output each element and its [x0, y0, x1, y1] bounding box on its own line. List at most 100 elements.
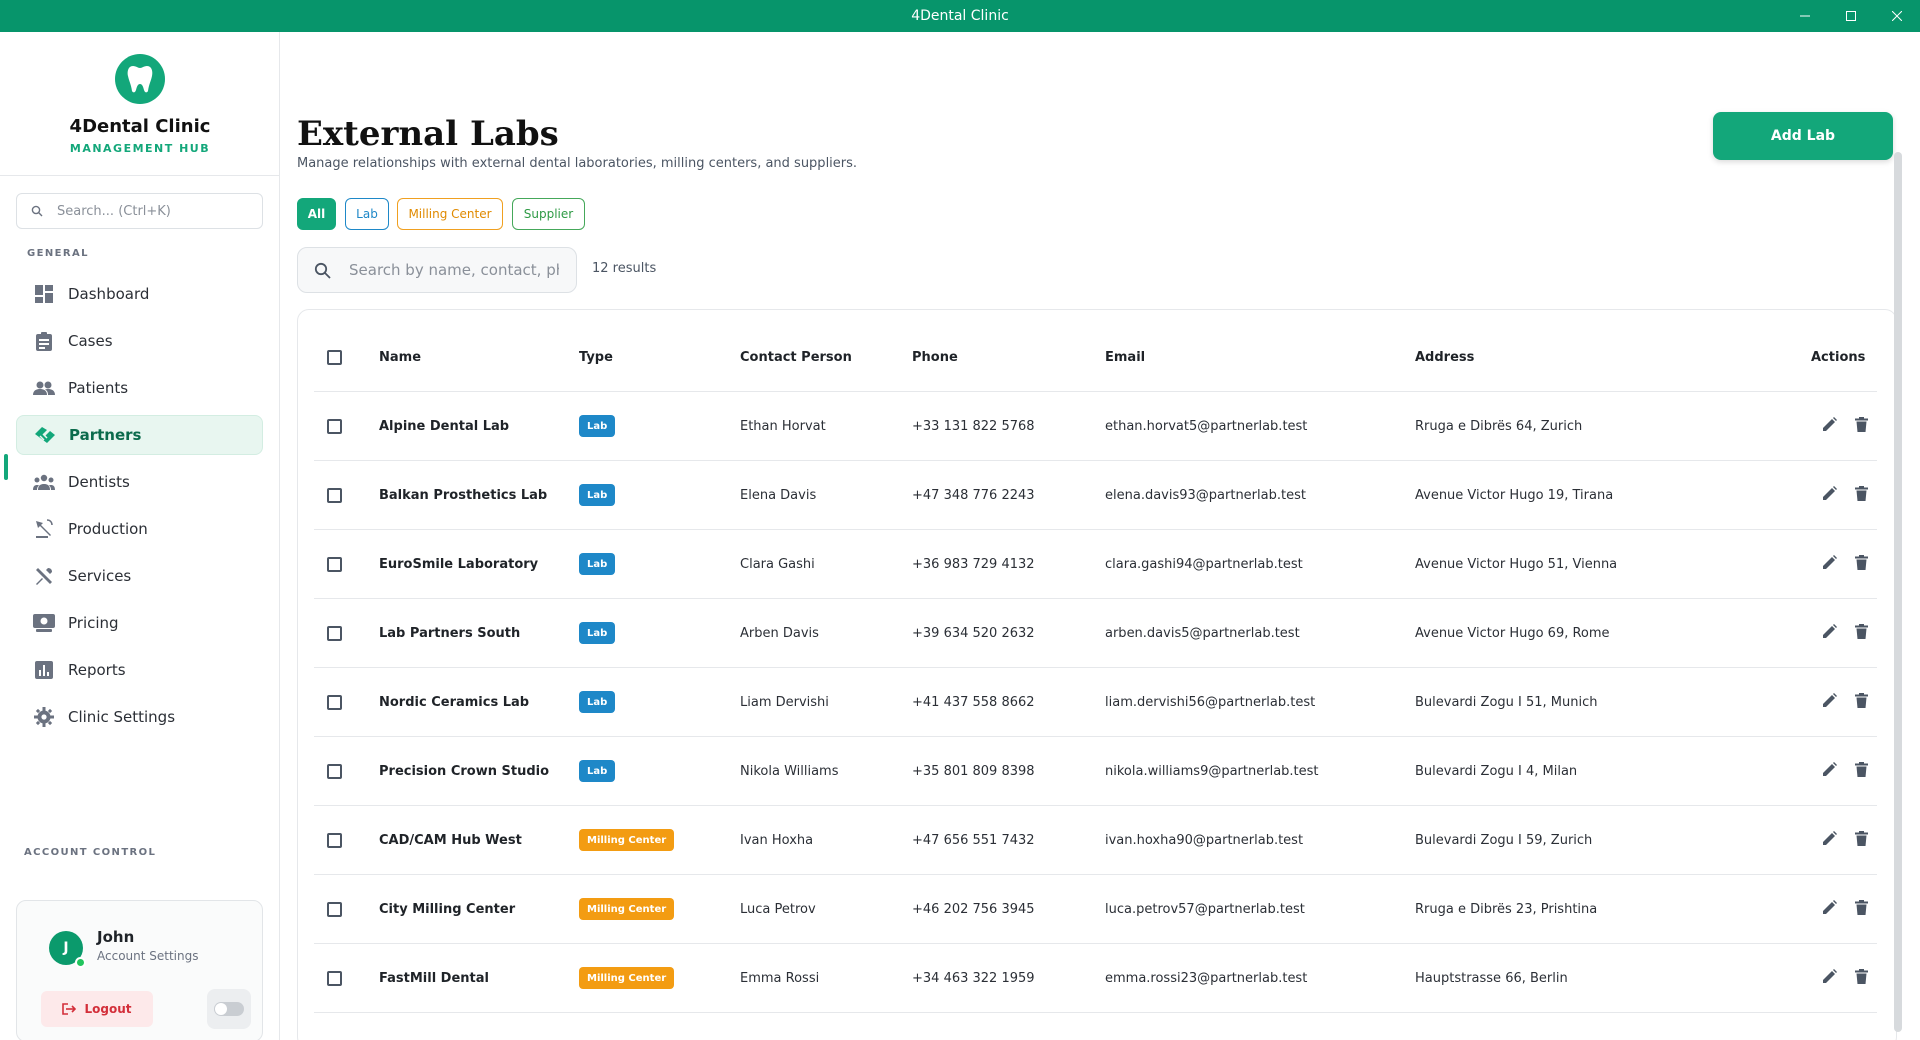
lab-name[interactable]: CAD/CAM Hub West: [379, 806, 522, 874]
sidebar-item-partners[interactable]: Partners: [16, 415, 263, 455]
lab-name[interactable]: Balkan Prosthetics Lab: [379, 461, 547, 529]
close-button[interactable]: [1874, 0, 1920, 32]
row-checkbox[interactable]: [327, 487, 342, 503]
add-lab-button[interactable]: Add Lab: [1713, 112, 1893, 160]
column-header-phone[interactable]: Phone: [912, 323, 958, 391]
minimize-button[interactable]: [1782, 0, 1828, 32]
logout-button[interactable]: Logout: [41, 991, 153, 1027]
type-badge: Lab: [579, 484, 616, 506]
email-address: luca.petrov57@partnerlab.test: [1105, 901, 1305, 917]
email-address: arben.davis5@partnerlab.test: [1105, 625, 1300, 641]
column-header-contact[interactable]: Contact Person: [740, 323, 852, 391]
delete-icon[interactable]: [1855, 830, 1868, 850]
edit-icon[interactable]: [1822, 485, 1837, 505]
filter-chip-milling-center[interactable]: Milling Center: [397, 198, 503, 230]
table-row[interactable]: CAD/CAM Hub West Milling Center Ivan Hoxha…: [314, 806, 1877, 875]
column-header-name[interactable]: Name: [379, 323, 421, 391]
account-card: J John Account Settings Logout: [16, 900, 263, 1040]
theme-toggle[interactable]: [207, 989, 251, 1029]
table-row[interactable]: Alpine Dental Lab Lab Ethan Horvat +33 131 …: [314, 392, 1877, 461]
filter-chip-lab[interactable]: Lab: [345, 198, 389, 230]
contact-person: Emma Rossi: [740, 970, 820, 986]
address: Avenue Victor Hugo 69, Rome: [1415, 625, 1610, 641]
sidebar-item-production[interactable]: Production: [16, 509, 263, 549]
filter-chip-all[interactable]: All: [297, 198, 336, 230]
lab-name[interactable]: City Milling Center: [379, 875, 515, 943]
address: Avenue Victor Hugo 19, Tirana: [1415, 487, 1614, 503]
sidebar-item-reports[interactable]: Reports: [16, 650, 263, 690]
row-checkbox[interactable]: [327, 832, 342, 848]
tools-icon: [32, 564, 56, 588]
maximize-button[interactable]: [1828, 0, 1874, 32]
toggle-switch[interactable]: [214, 1002, 244, 1016]
table-row[interactable]: Nordic Ceramics Lab Lab Liam Dervishi +41 4…: [314, 668, 1877, 737]
delete-icon[interactable]: [1855, 623, 1868, 643]
table-search-input[interactable]: Search by name, contact, phone...: [297, 247, 577, 293]
phone-number: +39 634 520 2632: [912, 625, 1035, 641]
sidebar-item-clinic-settings[interactable]: Clinic Settings: [16, 697, 263, 737]
table-row[interactable]: City Milling Center Milling Center Luca Pe…: [314, 875, 1877, 944]
minimize-icon: [1800, 15, 1810, 17]
bar-chart-icon: [32, 658, 56, 682]
sidebar-item-label: Reports: [68, 661, 126, 679]
edit-icon[interactable]: [1822, 899, 1837, 919]
sidebar-item-label: Production: [68, 520, 148, 538]
global-search-input[interactable]: Search... (Ctrl+K): [16, 193, 263, 229]
search-icon: [314, 262, 331, 279]
phone-number: +33 131 822 5768: [912, 418, 1035, 434]
row-checkbox[interactable]: [327, 625, 342, 641]
table-row[interactable]: Lab Partners South Lab Arben Davis +39 634 …: [314, 599, 1877, 668]
sidebar-item-dentists[interactable]: Dentists: [16, 462, 263, 502]
main-content: External Labs Manage relationships with …: [280, 32, 1920, 1040]
lab-name[interactable]: EuroSmile Laboratory: [379, 530, 538, 598]
table-row[interactable]: Precision Crown Studio Lab Nikola Williams…: [314, 737, 1877, 806]
row-checkbox[interactable]: [327, 970, 342, 986]
table-row[interactable]: Balkan Prosthetics Lab Lab Elena Davis +47 …: [314, 461, 1877, 530]
row-checkbox[interactable]: [327, 556, 342, 572]
edit-icon[interactable]: [1822, 554, 1837, 574]
lab-name[interactable]: Alpine Dental Lab: [379, 392, 509, 460]
filter-chip-supplier[interactable]: Supplier: [512, 198, 585, 230]
row-checkbox[interactable]: [327, 694, 342, 710]
phone-number: +35 801 809 8398: [912, 763, 1035, 779]
delete-icon[interactable]: [1855, 554, 1868, 574]
delete-icon[interactable]: [1855, 485, 1868, 505]
sidebar-item-pricing[interactable]: Pricing: [16, 603, 263, 643]
delete-icon[interactable]: [1855, 692, 1868, 712]
account-settings-link[interactable]: Account Settings: [97, 949, 198, 963]
email-address: ivan.hoxha90@partnerlab.test: [1105, 832, 1304, 848]
email-address: clara.gashi94@partnerlab.test: [1105, 556, 1303, 572]
edit-icon[interactable]: [1822, 968, 1837, 988]
results-count: 12 results: [592, 261, 657, 276]
column-header-type[interactable]: Type: [579, 323, 613, 391]
lab-name[interactable]: FastMill Dental: [379, 944, 489, 1012]
edit-icon[interactable]: [1822, 830, 1837, 850]
lab-name[interactable]: Nordic Ceramics Lab: [379, 668, 529, 736]
select-all-checkbox[interactable]: [327, 349, 342, 365]
row-checkbox[interactable]: [327, 901, 342, 917]
delete-icon[interactable]: [1855, 899, 1868, 919]
edit-icon[interactable]: [1822, 761, 1837, 781]
sidebar-item-dashboard[interactable]: Dashboard: [16, 274, 263, 314]
edit-icon[interactable]: [1822, 692, 1837, 712]
delete-icon[interactable]: [1855, 761, 1868, 781]
sidebar-item-cases[interactable]: Cases: [16, 321, 263, 361]
account-name[interactable]: John: [97, 928, 134, 946]
column-header-email[interactable]: Email: [1105, 323, 1145, 391]
edit-icon[interactable]: [1822, 416, 1837, 436]
row-checkbox[interactable]: [327, 763, 342, 779]
row-checkbox[interactable]: [327, 418, 342, 434]
sidebar-item-services[interactable]: Services: [16, 556, 263, 596]
delete-icon[interactable]: [1855, 416, 1868, 436]
sidebar-item-label: Patients: [68, 379, 129, 397]
table-row[interactable]: FastMill Dental Milling Center Emma Rossi +…: [314, 944, 1877, 1013]
sidebar-item-patients[interactable]: Patients: [16, 368, 263, 408]
sidebar-item-label: Clinic Settings: [68, 708, 176, 726]
labs-table: Name Type Contact Person Phone Email Add…: [297, 309, 1897, 1040]
lab-name[interactable]: Lab Partners South: [379, 599, 520, 667]
table-row[interactable]: EuroSmile Laboratory Lab Clara Gashi +36 98…: [314, 530, 1877, 599]
lab-name[interactable]: Precision Crown Studio: [379, 737, 549, 805]
scrollbar[interactable]: [1894, 152, 1902, 1032]
delete-icon[interactable]: [1855, 968, 1868, 988]
edit-icon[interactable]: [1822, 623, 1837, 643]
